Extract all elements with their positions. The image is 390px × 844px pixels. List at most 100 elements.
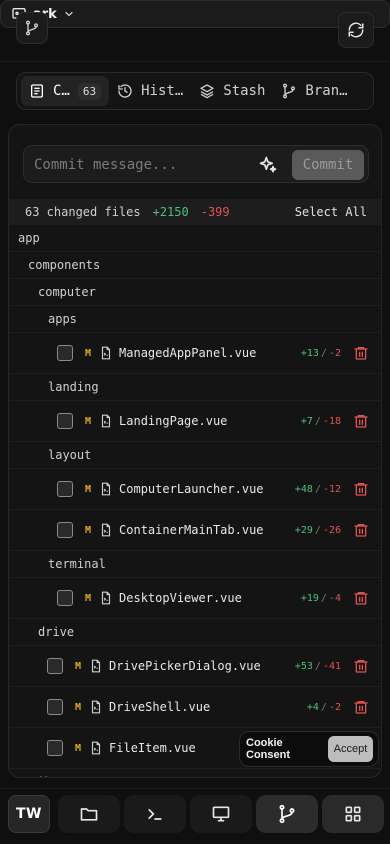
sparkle-icon[interactable] [258, 155, 278, 175]
file-checkbox[interactable] [57, 345, 73, 361]
file-name: ContainerMainTab.vue [119, 523, 264, 537]
folder-components[interactable]: components [9, 252, 381, 279]
folder-drive[interactable]: drive [9, 619, 381, 646]
trash-icon[interactable] [353, 413, 369, 429]
bottom-nav: TW [0, 788, 390, 844]
file-row[interactable]: M DriveShell.vue +4/-2 [9, 687, 381, 728]
file-row[interactable]: M ManagedAppPanel.vue +13/-2 [9, 333, 381, 374]
file-diff-stats: +13/-2 [300, 347, 341, 359]
tab-changes-label: C… [53, 83, 70, 99]
file-name: LandingPage.vue [119, 414, 228, 428]
tab-history[interactable]: Hist… [109, 76, 191, 106]
grid-icon [345, 806, 361, 822]
file-row[interactable]: M LandingPage.vue +7/-18 [9, 401, 381, 442]
total-additions: +2150 [152, 205, 189, 219]
trash-icon[interactable] [353, 658, 369, 674]
file-diff-stats: +48/-12 [294, 483, 341, 495]
file-checkbox[interactable] [57, 481, 73, 497]
trash-icon[interactable] [353, 590, 369, 606]
trash-icon[interactable] [353, 522, 369, 538]
file-checkbox[interactable] [57, 413, 73, 429]
file-checkbox[interactable] [57, 522, 73, 538]
nav-apps[interactable] [322, 795, 384, 833]
changes-summary: 63 changed files +2150 -399 Select All [9, 199, 381, 225]
file-additions: +53 [294, 660, 313, 672]
tab-branches[interactable]: Bran… [273, 76, 355, 106]
file-checkbox[interactable] [47, 740, 63, 756]
file-additions: +29 [294, 524, 313, 536]
layers-icon [200, 84, 214, 99]
file-name: DesktopViewer.vue [119, 591, 242, 605]
file-name: DriveShell.vue [109, 700, 211, 714]
commit-button[interactable]: Commit [292, 150, 364, 180]
home-logo-button[interactable]: TW [6, 795, 52, 833]
file-icon [101, 591, 111, 605]
folder-label: drive [38, 625, 75, 639]
trash-icon[interactable] [353, 481, 369, 497]
file-row[interactable]: M DesktopViewer.vue +19/-4 [9, 578, 381, 619]
file-icon [101, 414, 111, 428]
commit-box: Commit [23, 145, 369, 184]
folder-label: computer [38, 285, 96, 299]
file-name: ManagedAppPanel.vue [119, 346, 257, 360]
file-diff-stats: +53/-41 [294, 660, 341, 672]
file-icon [91, 700, 101, 714]
nav-files[interactable] [58, 795, 120, 833]
commit-icon [31, 84, 43, 98]
cookie-consent-label: Cookie Consent [246, 737, 290, 761]
cookie-consent-banner: Cookie Consent Accept [239, 731, 379, 767]
file-checkbox[interactable] [47, 699, 63, 715]
monitor-icon [212, 806, 230, 822]
tab-branches-label: Bran… [305, 83, 348, 99]
file-checkbox[interactable] [47, 658, 63, 674]
file-deletions: -2 [328, 701, 341, 713]
folder-label: terminal [48, 557, 106, 571]
changed-files-count: 63 changed files [25, 205, 141, 219]
file-checkbox[interactable] [57, 590, 73, 606]
file-row[interactable]: M DrivePickerDialog.vue +53/-41 [9, 646, 381, 687]
nav-git[interactable] [256, 795, 318, 833]
changes-count-badge: 63 [77, 82, 102, 100]
nav-desktop[interactable] [190, 795, 252, 833]
file-icon [91, 659, 101, 673]
branch-toggle-button[interactable] [16, 12, 48, 44]
folder-apps[interactable]: apps [9, 306, 381, 333]
tab-history-label: Hist… [141, 83, 184, 99]
file-row[interactable]: M ComputerLauncher.vue +48/-12 [9, 469, 381, 510]
tw-logo: TW [8, 795, 50, 833]
commit-message-input[interactable] [34, 146, 254, 184]
file-deletions: -4 [328, 592, 341, 604]
file-additions: +48 [294, 483, 313, 495]
tab-changes[interactable]: C… 63 [21, 76, 110, 106]
trash-icon[interactable] [353, 699, 369, 715]
select-all-button[interactable]: Select All [295, 205, 367, 219]
folder-landing[interactable]: landing [9, 374, 381, 401]
folder-app[interactable]: app [9, 225, 381, 252]
folder-terminal[interactable]: terminal [9, 551, 381, 578]
nav-terminal[interactable] [124, 795, 186, 833]
folder-computer[interactable]: computer [9, 279, 381, 306]
git-branch-icon [26, 20, 38, 36]
folder-label: landing [48, 380, 99, 394]
git-tabs: C… 63 Hist… Stash Bran… [16, 72, 374, 110]
tab-stash[interactable]: Stash [191, 76, 273, 106]
folder-edit[interactable]: edit [9, 769, 381, 777]
history-icon [118, 84, 132, 98]
file-icon [101, 523, 111, 537]
folder-label: edit [28, 775, 57, 777]
file-diff-stats: +19/-4 [300, 592, 341, 604]
top-bar: ark [0, 0, 390, 62]
refresh-button[interactable] [338, 12, 374, 48]
trash-icon[interactable] [353, 345, 369, 361]
file-additions: +13 [300, 347, 319, 359]
folder-label: app [18, 231, 40, 245]
modified-badge: M [85, 592, 92, 604]
cookie-accept-button[interactable]: Accept [327, 736, 373, 762]
terminal-icon [148, 809, 162, 820]
folder-layout[interactable]: layout [9, 442, 381, 469]
file-additions: +19 [300, 592, 319, 604]
folder-label: apps [48, 312, 77, 326]
repo-selector[interactable]: ark [0, 0, 390, 28]
file-row[interactable]: M ContainerMainTab.vue +29/-26 [9, 510, 381, 551]
modified-badge: M [75, 701, 82, 713]
